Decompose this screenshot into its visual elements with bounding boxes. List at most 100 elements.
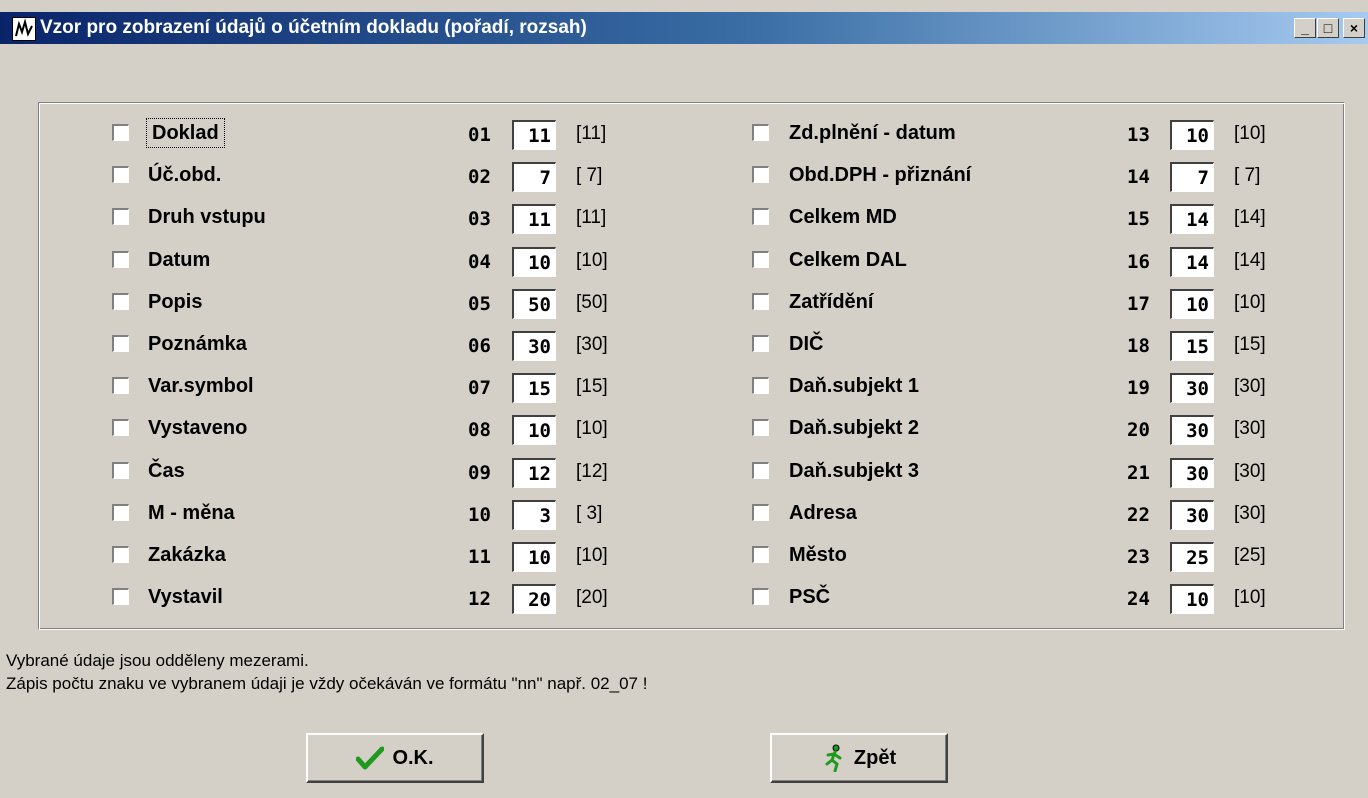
field-checkbox[interactable] bbox=[752, 503, 769, 521]
field-row: Daň.subjekt 1 19 30 [30] bbox=[752, 373, 1292, 404]
ok-button[interactable]: O.K. bbox=[306, 733, 484, 783]
field-order-number: 12 bbox=[468, 588, 491, 611]
field-order-number: 04 bbox=[468, 250, 491, 273]
field-label[interactable]: Vystavil bbox=[148, 584, 223, 610]
field-row: Zakázka 11 10 [10] bbox=[112, 542, 652, 572]
field-checkbox[interactable] bbox=[112, 588, 129, 606]
field-length-input[interactable]: 12 bbox=[512, 457, 556, 488]
field-order-number: 17 bbox=[1127, 292, 1150, 315]
field-label[interactable]: Popis bbox=[148, 289, 202, 315]
field-checkbox[interactable] bbox=[112, 292, 129, 310]
field-label[interactable]: Adresa bbox=[789, 500, 857, 526]
field-checkbox[interactable] bbox=[752, 588, 769, 606]
field-row: Vystavil 12 20 [20] bbox=[112, 584, 652, 615]
field-checkbox[interactable] bbox=[752, 335, 769, 352]
field-checkbox[interactable] bbox=[752, 546, 769, 563]
field-order-number: 13 bbox=[1127, 124, 1150, 146]
field-label[interactable]: Datum bbox=[148, 247, 210, 273]
field-checkbox[interactable] bbox=[112, 419, 129, 437]
field-max-length: [10] bbox=[1234, 123, 1266, 144]
field-label[interactable]: Zatřídění bbox=[789, 289, 873, 315]
field-label[interactable]: DIČ bbox=[789, 331, 823, 357]
field-label[interactable]: Úč.obd. bbox=[148, 162, 221, 188]
field-length-input[interactable]: 30 bbox=[1170, 457, 1214, 488]
field-length-input[interactable]: 11 bbox=[512, 120, 556, 150]
field-label[interactable]: Čas bbox=[148, 458, 185, 484]
field-row: Čas 09 12 [12] bbox=[112, 457, 652, 488]
field-length-input[interactable]: 15 bbox=[512, 373, 556, 404]
field-length-input[interactable]: 10 bbox=[1170, 120, 1214, 150]
field-max-length: [ 7] bbox=[576, 165, 603, 187]
field-checkbox[interactable] bbox=[112, 503, 129, 521]
field-length-input[interactable]: 14 bbox=[1170, 204, 1214, 235]
field-label[interactable]: Obd.DPH - přiznání bbox=[789, 162, 971, 188]
field-label[interactable]: Daň.subjekt 3 bbox=[789, 458, 919, 484]
field-label[interactable]: Daň.subjekt 2 bbox=[789, 415, 919, 441]
field-checkbox[interactable] bbox=[752, 166, 769, 184]
field-checkbox[interactable] bbox=[752, 292, 769, 310]
field-checkbox[interactable] bbox=[112, 208, 129, 226]
field-checkbox[interactable] bbox=[112, 250, 129, 268]
field-length-input[interactable]: 20 bbox=[512, 584, 556, 615]
field-max-length: [14] bbox=[1234, 249, 1266, 271]
field-length-input[interactable]: 3 bbox=[512, 499, 556, 530]
field-max-length: [ 7] bbox=[1234, 165, 1261, 187]
note-format: Zápis počtu znaku ve vybranem údaji je v… bbox=[6, 674, 648, 693]
field-label[interactable]: PSČ bbox=[789, 584, 830, 610]
field-checkbox[interactable] bbox=[752, 208, 769, 226]
field-length-input[interactable]: 30 bbox=[1170, 415, 1214, 446]
field-checkbox[interactable] bbox=[752, 377, 769, 395]
field-length-input[interactable]: 30 bbox=[512, 331, 556, 361]
field-length-input[interactable]: 15 bbox=[1170, 331, 1214, 361]
field-checkbox[interactable] bbox=[112, 335, 129, 352]
back-button[interactable]: Zpět bbox=[770, 733, 948, 783]
field-order-number: 11 bbox=[468, 546, 491, 568]
field-order-number: 20 bbox=[1127, 419, 1150, 442]
field-length-input[interactable]: 30 bbox=[1170, 373, 1214, 404]
field-order-number: 09 bbox=[468, 461, 491, 484]
field-label[interactable]: Zakázka bbox=[148, 542, 226, 568]
field-label[interactable]: Celkem DAL bbox=[789, 247, 907, 273]
field-length-input[interactable]: 30 bbox=[1170, 499, 1214, 530]
field-length-input[interactable]: 7 bbox=[1170, 162, 1214, 193]
field-checkbox[interactable] bbox=[752, 124, 769, 141]
field-checkbox[interactable] bbox=[112, 124, 129, 141]
field-label[interactable]: M - měna bbox=[148, 500, 235, 526]
field-length-input[interactable]: 10 bbox=[512, 542, 556, 572]
title-bar[interactable]: Vzor pro zobrazení údajů o účetním dokla… bbox=[0, 12, 1368, 44]
field-checkbox[interactable] bbox=[752, 250, 769, 268]
field-checkbox[interactable] bbox=[112, 461, 129, 479]
field-order-number: 21 bbox=[1127, 461, 1150, 484]
field-length-input[interactable]: 10 bbox=[1170, 584, 1214, 615]
field-order-number: 22 bbox=[1127, 503, 1150, 526]
field-length-input[interactable]: 25 bbox=[1170, 542, 1214, 572]
field-label[interactable]: Doklad bbox=[146, 118, 225, 148]
field-checkbox[interactable] bbox=[752, 461, 769, 479]
field-length-input[interactable]: 10 bbox=[512, 415, 556, 446]
field-length-input[interactable]: 14 bbox=[1170, 246, 1214, 277]
field-checkbox[interactable] bbox=[752, 419, 769, 437]
maximize-button[interactable]: □ bbox=[1317, 18, 1339, 38]
field-label[interactable]: Poznámka bbox=[148, 331, 247, 357]
field-length-input[interactable]: 10 bbox=[1170, 288, 1214, 319]
field-length-input[interactable]: 7 bbox=[512, 162, 556, 193]
field-label[interactable]: Druh vstupu bbox=[148, 204, 266, 230]
field-row: Vystaveno 08 10 [10] bbox=[112, 415, 652, 446]
field-checkbox[interactable] bbox=[112, 377, 129, 395]
minimize-button[interactable]: _ bbox=[1294, 18, 1316, 38]
field-row: Celkem MD 15 14 [14] bbox=[752, 204, 1292, 235]
field-checkbox[interactable] bbox=[112, 546, 129, 563]
field-length-input[interactable]: 50 bbox=[512, 288, 556, 319]
field-length-input[interactable]: 11 bbox=[512, 204, 556, 235]
field-order-number: 08 bbox=[468, 419, 491, 442]
field-label[interactable]: Město bbox=[789, 542, 847, 568]
field-length-input[interactable]: 10 bbox=[512, 246, 556, 277]
field-label[interactable]: Celkem MD bbox=[789, 204, 897, 230]
field-checkbox[interactable] bbox=[112, 166, 129, 184]
field-label[interactable]: Var.symbol bbox=[148, 373, 254, 399]
close-button[interactable]: × bbox=[1343, 18, 1365, 38]
field-label[interactable]: Vystaveno bbox=[148, 415, 247, 441]
field-order-number: 07 bbox=[468, 377, 491, 400]
field-label[interactable]: Daň.subjekt 1 bbox=[789, 373, 919, 399]
field-label[interactable]: Zd.plnění - datum bbox=[789, 120, 956, 146]
